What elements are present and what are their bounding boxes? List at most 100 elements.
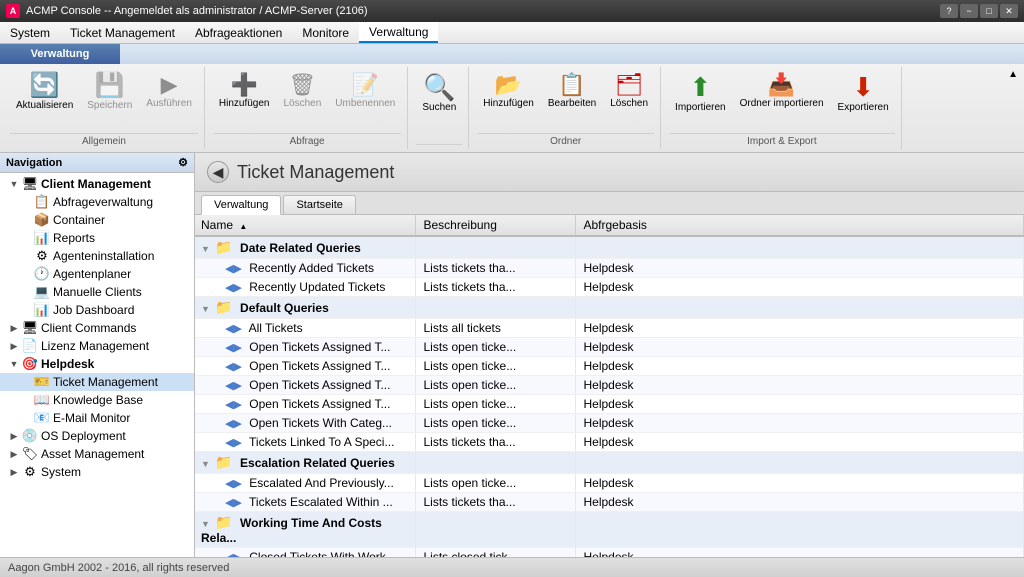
nav-item-job-dashboard-label: Job Dashboard <box>53 303 134 317</box>
menu-system[interactable]: System <box>0 22 60 43</box>
nav-item-reports[interactable]: 📊 Reports <box>0 229 194 247</box>
nav-item-agenteninstallation[interactable]: ⚙ Agenteninstallation <box>0 247 194 265</box>
spacer <box>20 286 32 298</box>
table-row[interactable]: ◀▶ Open Tickets With Categ... Lists open… <box>195 414 1024 433</box>
table-row[interactable]: ◀▶ Closed Tickets With Work... Lists clo… <box>195 548 1024 558</box>
ausfuhren-button[interactable]: ▶ Ausführen <box>140 71 198 112</box>
table-row[interactable]: ◀▶ Recently Added Tickets Lists tickets … <box>195 259 1024 278</box>
col-name[interactable]: Name ▲ <box>195 215 415 236</box>
ordner-importieren-button[interactable]: 📥 Ordner importieren <box>734 71 830 112</box>
nav-header: Navigation ⚙ <box>0 153 194 173</box>
clients-icon: 💻 <box>34 284 50 300</box>
table-row[interactable]: ◀▶ Open Tickets Assigned T... Lists open… <box>195 338 1024 357</box>
nav-config-icon[interactable]: ⚙ <box>178 156 188 169</box>
nav-item-manuelle-clients[interactable]: 💻 Manuelle Clients <box>0 283 194 301</box>
nav-item-job-dashboard[interactable]: 📊 Job Dashboard <box>0 301 194 319</box>
window-controls[interactable]: ? − □ ✕ <box>940 4 1018 18</box>
table-row[interactable]: ◀▶ Recently Updated Tickets Lists ticket… <box>195 278 1024 297</box>
row-basis: Helpdesk <box>575 493 1024 512</box>
bearbeiten-ordner-button[interactable]: 📋 Bearbeiten <box>542 71 602 112</box>
tab-verwaltung[interactable]: Verwaltung <box>201 195 281 215</box>
install-icon: ⚙ <box>34 248 50 264</box>
toggle-icon: ▶ <box>8 322 20 334</box>
table-row[interactable]: ▼ 📁 Date Related Queries <box>195 236 1024 259</box>
nav-item-system[interactable]: ▶ ⚙ System <box>0 463 194 481</box>
import-icon: ⬆ <box>689 74 711 100</box>
nav-item-ticket-management[interactable]: 🎫 Ticket Management <box>0 373 194 391</box>
table-row[interactable]: ◀▶ All Tickets Lists all tickets Helpdes… <box>195 319 1024 338</box>
speichern-button[interactable]: 💾 Speichern <box>81 71 138 114</box>
row-desc: Lists open ticke... <box>415 338 575 357</box>
help-button[interactable]: ? <box>940 4 958 18</box>
table-row[interactable]: ▼ 📁 Escalation Related Queries <box>195 452 1024 474</box>
suchen-button[interactable]: 🔍 Suchen <box>416 71 462 116</box>
nav-item-os-deployment[interactable]: ▶ 💿 OS Deployment <box>0 427 194 445</box>
scheduler-icon: 🕐 <box>34 266 50 282</box>
nav-item-asset-management[interactable]: ▶ 🏷 Asset Management <box>0 445 194 463</box>
nav-item-container[interactable]: 📦 Container <box>0 211 194 229</box>
menu-verwaltung[interactable]: Verwaltung <box>359 22 438 43</box>
email-icon: 📧 <box>34 410 50 426</box>
hinzufugen-ordner-button[interactable]: 📂 Hinzufügen <box>477 71 540 112</box>
toggle-icon: ▶ <box>8 430 20 442</box>
maximize-button[interactable]: □ <box>980 4 998 18</box>
minimize-button[interactable]: − <box>960 4 978 18</box>
row-name: ◀▶ Recently Updated Tickets <box>195 278 415 297</box>
folder-import-icon: 📥 <box>768 74 795 96</box>
table-row[interactable]: ▼ 📁 Default Queries <box>195 297 1024 319</box>
spacer <box>20 376 32 388</box>
nav-item-knowledge-base[interactable]: 📖 Knowledge Base <box>0 391 194 409</box>
back-button[interactable]: ◀ <box>207 161 229 183</box>
rename-icon: 📝 <box>352 74 379 96</box>
nav-item-lizenz-mgmt[interactable]: ▶ 📄 Lizenz Management <box>0 337 194 355</box>
close-button[interactable]: ✕ <box>1000 4 1018 18</box>
nav-item-helpdesk[interactable]: ▼ 🎯 Helpdesk <box>0 355 194 373</box>
row-basis: Helpdesk <box>575 278 1024 297</box>
loschen-ordner-button[interactable]: 🗂 Löschen <box>604 71 654 112</box>
os-icon: 💿 <box>22 428 38 444</box>
query-icon: ◀▶ <box>225 323 242 335</box>
nav-item-agentenplaner[interactable]: 🕐 Agentenplaner <box>0 265 194 283</box>
row-name: ◀▶ Escalated And Previously... <box>195 474 415 493</box>
menu-monitore[interactable]: Monitore <box>292 22 359 43</box>
table-row[interactable]: ▼ 📁 Working Time And Costs Rela... <box>195 512 1024 548</box>
query-icon: ◀▶ <box>225 342 242 354</box>
table-row[interactable]: ◀▶ Escalated And Previously... Lists ope… <box>195 474 1024 493</box>
table-row[interactable]: ◀▶ Tickets Linked To A Speci... Lists ti… <box>195 433 1024 452</box>
col-beschreibung[interactable]: Beschreibung <box>415 215 575 236</box>
nav-item-client-commands[interactable]: ▶ 🖥 Client Commands <box>0 319 194 337</box>
license-icon: 📄 <box>22 338 38 354</box>
menu-abfrageaktionen[interactable]: Abfrageaktionen <box>185 22 292 43</box>
knowledge-icon: 📖 <box>34 392 50 408</box>
content-area: ◀ Ticket Management Verwaltung Startseit… <box>195 153 1024 557</box>
table-row[interactable]: ◀▶ Open Tickets Assigned T... Lists open… <box>195 357 1024 376</box>
tab-startseite[interactable]: Startseite <box>283 195 355 214</box>
row-desc: Lists all tickets <box>415 319 575 338</box>
umbenennen-button[interactable]: 📝 Umbenennen <box>329 71 401 112</box>
exportieren-button[interactable]: ⬇ Exportieren <box>832 71 895 116</box>
spacer <box>20 196 32 208</box>
table-row[interactable]: ◀▶ Open Tickets Assigned T... Lists open… <box>195 376 1024 395</box>
menu-ticket-management[interactable]: Ticket Management <box>60 22 185 43</box>
folder-edit-icon: 📋 <box>558 74 585 96</box>
aktualisieren-button[interactable]: 🔄 Aktualisieren <box>10 71 79 114</box>
row-desc: Lists open ticke... <box>415 357 575 376</box>
nav-item-email-monitor[interactable]: 📧 E-Mail Monitor <box>0 409 194 427</box>
importieren-button[interactable]: ⬆ Importieren <box>669 71 732 116</box>
asset-icon: 🏷 <box>22 446 38 462</box>
table-row[interactable]: ◀▶ Tickets Escalated Within ... Lists ti… <box>195 493 1024 512</box>
row-desc: Lists tickets tha... <box>415 259 575 278</box>
nav-item-client-management[interactable]: ▼ 🖥 Client Management <box>0 175 194 193</box>
loschen-abfrage-button[interactable]: 🗑 Löschen <box>277 71 327 112</box>
ribbon-tab-verwaltung-header[interactable]: Verwaltung <box>0 44 120 64</box>
row-name: ◀▶ Open Tickets Assigned T... <box>195 357 415 376</box>
table-row[interactable]: ◀▶ Open Tickets Assigned T... Lists open… <box>195 395 1024 414</box>
col-abfrgebasis[interactable]: Abfrgebasis <box>575 215 1024 236</box>
window-title: ACMP Console -- Angemeldet als administr… <box>26 5 368 17</box>
ribbon-collapse-button[interactable]: ▲ <box>1006 67 1020 82</box>
hinzufugen-abfrage-button[interactable]: ➕ Hinzufügen <box>213 71 276 112</box>
nav-item-abfrageverwaltung[interactable]: 📋 Abfrageverwaltung <box>0 193 194 211</box>
spacer <box>20 250 32 262</box>
folder-icon: 📁 <box>215 239 232 255</box>
row-desc <box>415 512 575 548</box>
